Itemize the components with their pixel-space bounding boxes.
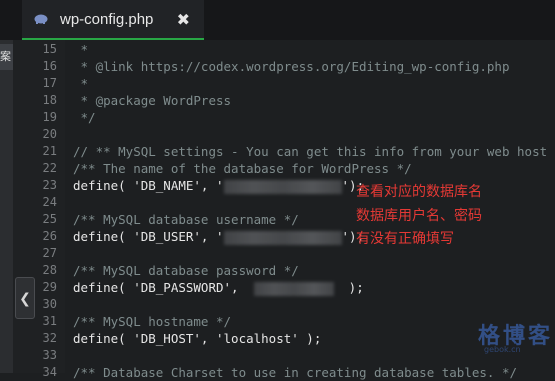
- line-number: 25: [42, 212, 57, 226]
- line-number: 26: [42, 229, 57, 243]
- line-number: 16: [42, 59, 57, 73]
- code-comment: */: [73, 110, 96, 125]
- line-number: 22: [42, 161, 57, 175]
- redacted-value: [223, 179, 342, 194]
- code-line: define( 'DB_NAME', ' ');: [73, 177, 364, 194]
- collapse-panel-button[interactable]: ❮: [15, 277, 35, 319]
- line-number: 17: [42, 76, 57, 90]
- line-number: 19: [42, 110, 57, 124]
- code-line: /** MySQL hostname */: [73, 313, 231, 330]
- line-number: 15: [42, 42, 57, 56]
- code-line: define( 'DB_USER', ' ');: [73, 228, 364, 245]
- annotation-line-3: 有没有正确填写: [356, 231, 454, 247]
- code-statement: define( 'DB_PASSWORD',: [73, 280, 254, 295]
- side-panel: [0, 40, 13, 373]
- code-line: define( 'DB_HOST', 'localhost' );: [73, 330, 321, 347]
- close-icon[interactable]: ✖: [177, 10, 190, 29]
- code-statement: define( 'DB_HOST', 'localhost' );: [73, 331, 322, 346]
- line-number: 21: [42, 144, 57, 158]
- code-line: * @package WordPress: [73, 92, 232, 109]
- line-number: 20: [42, 127, 57, 141]
- code-line: *: [73, 75, 89, 92]
- line-number: 32: [42, 331, 57, 345]
- line-number: 27: [42, 246, 57, 260]
- line-number: 18: [42, 93, 57, 107]
- code-line: define( 'DB_PASSWORD', );: [73, 279, 364, 296]
- annotation-line-2: 数据库用户名、密码: [356, 208, 482, 224]
- tab-bar: wp-config.php ✖: [0, 0, 555, 40]
- tab-title: wp-config.php: [60, 10, 154, 28]
- code-comment: *: [73, 42, 89, 57]
- line-number: 23: [42, 178, 57, 192]
- side-panel-label[interactable]: 案: [0, 44, 13, 70]
- code-comment: * @link https://codex.wordpress.org/Edit…: [73, 59, 510, 74]
- code-statement: );: [333, 280, 364, 295]
- code-comment: * @package WordPress: [73, 93, 232, 108]
- code-line: // ** MySQL settings - You can get this …: [73, 143, 547, 160]
- redacted-value: [253, 281, 334, 296]
- code-comment: /** MySQL hostname */: [73, 314, 232, 329]
- annotation-line-1: 查看对应的数据库名: [356, 184, 482, 200]
- code-line: /** MySQL database password */: [73, 262, 299, 279]
- line-number: 33: [42, 348, 57, 362]
- code-comment: /** The name of the database for WordPre…: [73, 161, 412, 176]
- code-comment: /** MySQL database password */: [73, 263, 299, 278]
- php-elephant-icon: [34, 14, 48, 24]
- code-comment: /** MySQL database username */: [73, 212, 299, 227]
- code-comment: // ** MySQL settings - You can get this …: [73, 144, 548, 159]
- code-comment: *: [73, 76, 89, 91]
- code-line: */: [73, 109, 96, 126]
- code-line: * @link https://codex.wordpress.org/Edit…: [73, 58, 510, 75]
- watermark-url: gebok.cn: [484, 345, 521, 354]
- line-number: 24: [42, 195, 57, 209]
- code-statement: define( 'DB_NAME', ': [73, 178, 224, 193]
- code-statement: define( 'DB_USER', ': [73, 229, 224, 244]
- code-line: /** The name of the database for WordPre…: [73, 160, 412, 177]
- code-line: *: [73, 41, 89, 58]
- redacted-value: [223, 230, 342, 245]
- code-line: /** MySQL database username */: [73, 211, 299, 228]
- tab-wp-config[interactable]: wp-config.php ✖: [22, 0, 204, 40]
